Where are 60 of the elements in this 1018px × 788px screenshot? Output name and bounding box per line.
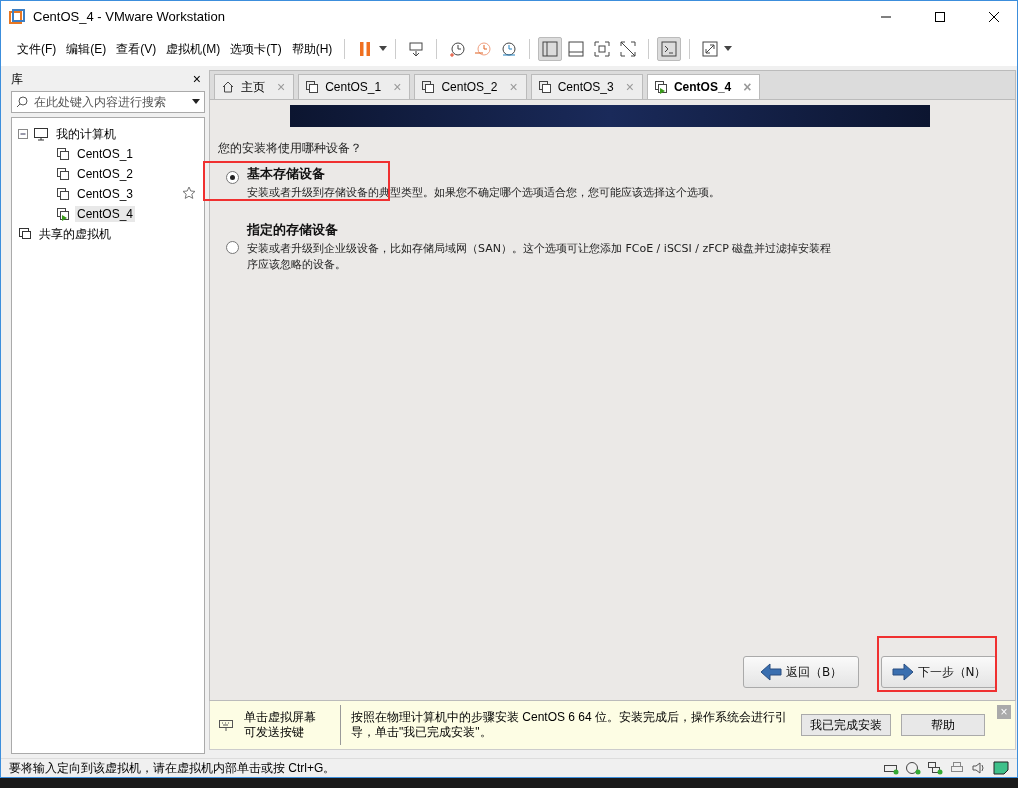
search-field[interactable]: 在此处键入内容进行搜索 [11, 91, 205, 113]
search-icon [16, 96, 28, 108]
right-arrow-icon [891, 663, 914, 681]
computer-icon [33, 127, 49, 141]
option-title: 基本存储设备 [247, 165, 326, 183]
vm-icon [305, 80, 320, 94]
tab[interactable]: CentOS_3 × [530, 74, 643, 99]
tree-item[interactable]: 共享的虚拟机 [37, 224, 113, 244]
sidebar-view-icon[interactable] [538, 37, 563, 61]
printer-icon[interactable] [949, 761, 965, 775]
hint-message: 按照在物理计算机中的步骤安装 CentOS 6 64 位。安装完成后，操作系统会进行引导，单击"我已完成安装"。 [351, 710, 789, 740]
tree-item[interactable]: 我的计算机 [54, 124, 118, 144]
question-text: 您的安装将使用哪种设备？ [218, 140, 363, 157]
tree-item[interactable]: CentOS_2 [75, 166, 136, 182]
dropdown-caret-icon[interactable] [379, 46, 388, 52]
dropdown-caret-icon[interactable] [724, 46, 733, 52]
vm-icon [421, 80, 436, 94]
status-text: 要将输入定向到该虚拟机，请在虚拟机内部单击或按 Ctrl+G。 [9, 759, 336, 777]
console-icon[interactable] [657, 37, 682, 61]
tab[interactable]: CentOS_2 × [414, 74, 527, 99]
vm-running-icon [653, 80, 668, 94]
option-title: 指定的存储设备 [247, 221, 339, 239]
menu-item[interactable]: 选项卡(T) [226, 36, 286, 62]
tree-item[interactable]: CentOS_1 [75, 146, 136, 162]
collapse-icon[interactable] [18, 129, 28, 139]
radio-button[interactable] [226, 240, 239, 254]
close-icon[interactable] [989, 11, 999, 22]
keyboard-hint: 单击虚拟屏幕可发送按键 [244, 710, 316, 740]
menu-item[interactable]: 帮助(H) [287, 36, 337, 62]
vm-icon [537, 80, 552, 94]
tree-item[interactable]: CentOS_3 [75, 186, 136, 202]
back-button[interactable]: 返回（B） [743, 656, 859, 688]
left-arrow-icon [759, 663, 782, 681]
menu-item[interactable]: 查看(V) [112, 36, 161, 62]
speaker-icon[interactable] [971, 761, 987, 775]
close-button[interactable]: × [192, 71, 201, 87]
menu-item[interactable]: 编辑(E) [62, 36, 111, 62]
tab[interactable]: CentOS_4 × [646, 74, 761, 99]
help-button[interactable]: 帮助 [901, 714, 985, 736]
next-button[interactable]: 下一步（N） [881, 656, 997, 688]
tab[interactable]: 主页 × [214, 74, 295, 99]
star-icon[interactable] [182, 185, 196, 200]
window-title: CentOS_4 - VMware Workstation [33, 9, 226, 24]
tab[interactable]: CentOS_1 × [298, 74, 411, 99]
finish-install-button[interactable]: 我已完成安装 [801, 714, 891, 736]
dropdown-caret-icon[interactable] [192, 99, 200, 105]
option-description: 安装或者升级到企业级设备，比如存储局域网（SAN）。这个选项可让您添加 FCoE / iSCSI / zFCP 磁盘并过滤掉安装程序应该忽略的设备。 [247, 241, 833, 273]
menu-item[interactable]: 虚拟机(M) [162, 36, 225, 62]
keyboard-icon [218, 718, 234, 732]
tree-item[interactable]: CentOS_4 [75, 206, 136, 222]
maximize-icon[interactable] [935, 11, 945, 22]
app-logo-icon [9, 8, 25, 25]
note-icon[interactable] [993, 761, 1009, 775]
cd-drive-icon[interactable] [905, 761, 921, 775]
shared-vm-icon [18, 227, 32, 241]
network-icon[interactable] [927, 761, 943, 775]
library-title: 库 [11, 70, 23, 88]
home-icon [221, 80, 235, 94]
menu-item[interactable]: 文件(F) [13, 36, 61, 62]
radio-button[interactable] [226, 171, 239, 184]
